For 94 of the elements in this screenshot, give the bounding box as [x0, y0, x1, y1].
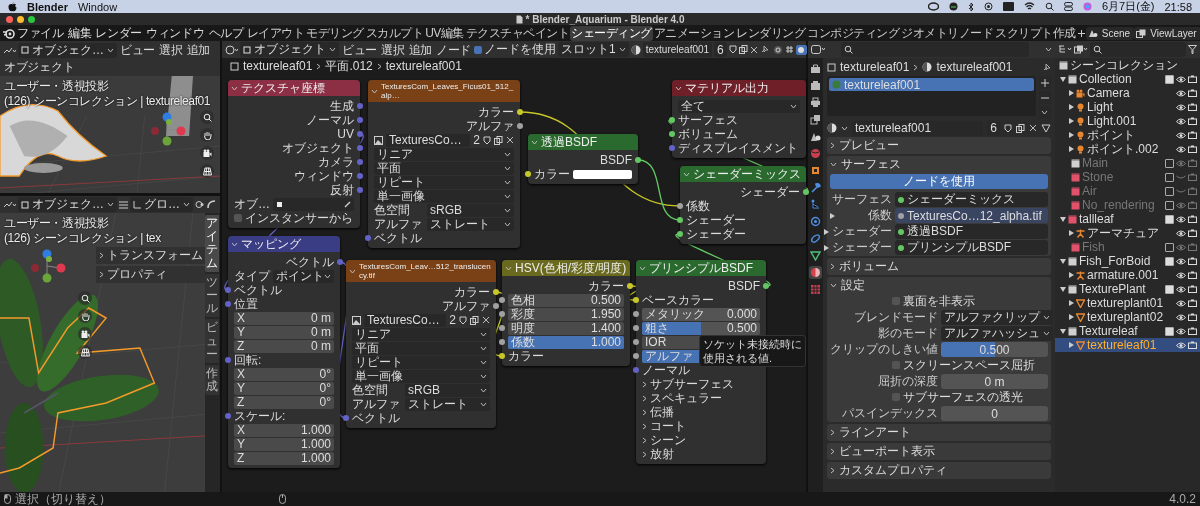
socket-label: カラー: [454, 285, 490, 299]
window-title: * Blender_Aquarium - Blender 4.0: [525, 13, 685, 25]
user-count: 2: [449, 313, 456, 327]
socket-label: UV: [337, 127, 354, 141]
outliner-item-label: アーマチュア: [1087, 224, 1160, 242]
outliner-item-label: Stone: [1082, 170, 1115, 184]
socket-label: BSDF: [600, 153, 632, 167]
socket-label: 回転:: [234, 353, 262, 367]
field-label: 色空間: [352, 383, 389, 397]
socket-label: ベクトル: [234, 283, 282, 297]
socket-label: ベースカラー: [642, 293, 714, 307]
node-title: HSV(色相/彩度/明度): [515, 261, 627, 275]
checkbox-label: サブサーフェスの透光: [903, 388, 1023, 406]
node-title: マッピング: [241, 237, 301, 251]
socket-label: ノーマル: [306, 113, 354, 127]
field-label: シェーダー: [832, 239, 892, 256]
outliner-item-label: Textureleaf: [1079, 324, 1139, 338]
outliner-item-label: Main: [1082, 156, 1109, 170]
outliner-item-label: Fish: [1082, 240, 1106, 254]
checkbox-label: 裏面を非表示: [903, 292, 975, 310]
socket-label: ベクトル: [286, 255, 334, 269]
socket-label: カラー: [534, 167, 570, 181]
socket-label: BSDF: [728, 279, 760, 293]
field-label: タイプ: [234, 269, 270, 283]
node-title: TexturesCom_Leaves_Ficus01_512_alp…: [381, 82, 515, 100]
socket-label: カラー: [478, 105, 514, 119]
field-label: ブレンドモード: [853, 309, 938, 326]
socket-label: カラー: [508, 349, 544, 363]
outliner-item-label: textureplant02: [1087, 310, 1163, 324]
socket-label: スケール:: [234, 409, 286, 423]
node-title: 透過BSDF: [541, 135, 597, 149]
socket-label: カラー: [588, 279, 624, 293]
outliner-item-label: Collection: [1079, 72, 1133, 86]
user-count: 2: [473, 133, 480, 147]
socket-label: ノーマル: [642, 363, 690, 377]
outliner-item-label: ポイント: [1087, 127, 1135, 143]
view-name: ユーザー・透視投影: [4, 215, 109, 232]
socket-label: アルファ: [442, 299, 490, 313]
outliner-item-label: ポイント.002: [1087, 141, 1160, 158]
field-label: オブ…: [234, 197, 270, 211]
field-label: クリップのしきい値: [830, 341, 938, 358]
outliner-item-label: Light.001: [1087, 114, 1138, 128]
socket-label: シェーダー: [740, 185, 800, 199]
version-label: 4.0.2: [1169, 492, 1196, 506]
node-title: プリンシプルBSDF: [649, 261, 753, 275]
field-label: アルファ: [374, 217, 423, 231]
socket-label: カメラ: [318, 155, 354, 169]
socket-label: ディスプレイスメント: [678, 141, 798, 155]
socket-label: 位置: [234, 297, 258, 311]
node-title: マテリアル出力: [685, 81, 769, 95]
checkbox-label: インスタンサーから: [245, 211, 353, 225]
outliner-title: シーンコレクション: [1070, 56, 1179, 74]
field-label: シェーダー: [832, 223, 892, 240]
checkbox-label: スクリーンスペース屈折: [903, 356, 1035, 374]
outliner-item-label: tallleaf: [1079, 212, 1115, 226]
socket-label: 係数: [686, 199, 710, 213]
collection-label: (126) シーンコレクション | tex: [4, 230, 161, 247]
outliner-item-label: Light: [1087, 100, 1115, 114]
view-name: ユーザー・透視投影: [4, 78, 109, 95]
socket-label: サーフェス: [678, 113, 738, 127]
socket-label: 生成: [330, 99, 354, 113]
outliner-item-label: Fish_ForBoid: [1079, 254, 1152, 268]
socket-label: シェーダー: [686, 213, 746, 227]
outliner-item-label: Camera: [1087, 86, 1131, 100]
checkbox-label: ノードを使用: [484, 41, 557, 58]
node-title: TexturesCom_Leav…512_translucency.tif: [359, 262, 492, 280]
field-label: パスインデックス: [841, 405, 938, 422]
field-label: アルファ: [352, 397, 401, 411]
outliner-item-label: Air: [1082, 184, 1098, 198]
collection-label: (126) シーンコレクション | textureleaf01: [4, 93, 211, 110]
field-label: 係数: [868, 207, 892, 224]
field-label: サーフェス: [832, 191, 892, 208]
outliner-item-label: textureleaf01: [1087, 338, 1158, 352]
node-title: テクスチャ座標: [241, 81, 325, 95]
socket-label: ベクトル: [352, 411, 400, 425]
socket-label: ベクトル: [374, 231, 422, 245]
outliner-item-label: No_rendering: [1082, 198, 1156, 212]
outliner-item-label: armature.001: [1087, 268, 1160, 282]
status-hint: 選択（切り替え）: [15, 490, 111, 506]
field-label: 色空間: [374, 203, 411, 217]
socket-label: シェーダー: [686, 227, 746, 241]
field-label: 屈折の深度: [877, 373, 938, 390]
socket-label: 反射: [330, 183, 354, 197]
socket-label: アルファ: [466, 119, 514, 133]
socket-label: ウィンドウ: [294, 169, 354, 183]
menu-bar-clock: 21:58: [1164, 0, 1192, 13]
menu-bar-date: 6月7日(金): [1101, 0, 1155, 14]
node-title: シェーダーミックス: [693, 167, 801, 181]
socket-label: ボリューム: [678, 127, 738, 141]
field-label: 影のモード: [877, 325, 938, 342]
outliner-item-label: TexturePlant: [1079, 282, 1147, 296]
socket-label: オブジェクト: [282, 141, 354, 155]
outliner-item-label: textureplant01: [1087, 296, 1163, 310]
tooltip: ソケット未接続時に使用される値.: [699, 335, 806, 367]
